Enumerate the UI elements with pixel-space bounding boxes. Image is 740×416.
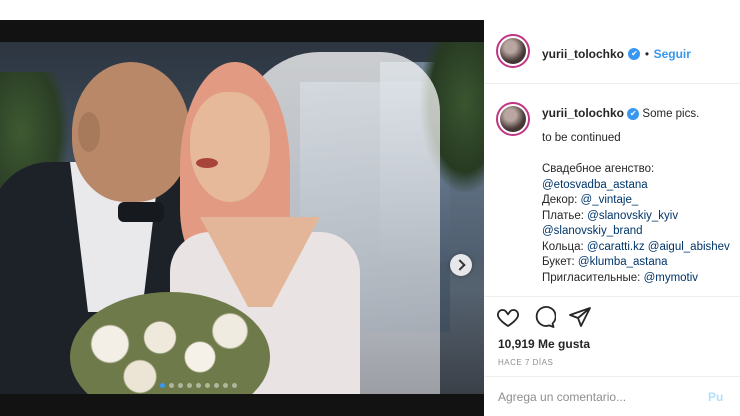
chevron-right-icon[interactable] (450, 254, 472, 276)
carousel-dot (178, 383, 183, 388)
verified-badge-icon: ✔ (627, 107, 640, 120)
carousel-dot (187, 383, 192, 388)
heart-icon[interactable] (496, 305, 520, 329)
carousel-dot (223, 383, 228, 388)
mention-link[interactable]: @slanovskiy_kyiv (587, 210, 678, 222)
carousel-dot (232, 383, 237, 388)
carousel-indicator (160, 383, 237, 388)
caption-line: Декор: @_vintaje_ (542, 193, 740, 209)
mention-link[interactable]: @_vintaje_ (581, 194, 639, 206)
mention-link[interactable]: @klumba_astana (578, 256, 668, 268)
username-link[interactable]: yurii_tolochko (542, 47, 624, 61)
mention-link[interactable]: @mymotiv (644, 272, 698, 284)
caption-line: Букет: @klumba_astana (542, 255, 740, 271)
caption-second-line: to be continued (542, 131, 621, 144)
comment-icon[interactable] (532, 305, 556, 329)
mention-link[interactable]: @slanovskiy_brand (542, 225, 643, 237)
caption-line: Свадебное агенство: (542, 162, 740, 178)
mention-link[interactable]: @etosvadba_astana (542, 179, 648, 191)
caption-label: Свадебное агенство: (542, 163, 655, 175)
caption-label: Кольца: (542, 240, 587, 253)
caption-label: Платье: (542, 209, 588, 222)
share-icon[interactable] (568, 305, 592, 329)
post-header: yurii_tolochko ✔ • Seguir (484, 20, 740, 84)
caption-avatar[interactable] (496, 102, 530, 136)
caption-label: Декор: (542, 194, 581, 206)
post-sidebar: yurii_tolochko ✔ • Seguir yurii_tolochko… (484, 20, 740, 416)
caption-label: Пригласительные: (542, 271, 644, 284)
carousel-dot (160, 383, 165, 388)
caption-line: @slanovskiy_brand (542, 224, 740, 240)
caption-line: Кольца: @caratti.kz @aigul_abishev (542, 240, 740, 256)
post-caption: yurii_tolochko ✔ Some pics. to be contin… (542, 102, 740, 286)
carousel-dot (169, 383, 174, 388)
post-actions: 10,919 Me gusta HACE 7 DÍAS (484, 296, 740, 376)
publish-button[interactable]: Pu (708, 390, 723, 404)
comment-input[interactable] (498, 387, 698, 407)
comment-form: Pu (484, 376, 740, 416)
verified-badge-icon: ✔ (628, 47, 641, 60)
caption-username[interactable]: yurii_tolochko (542, 106, 624, 120)
carousel-dot (205, 383, 210, 388)
post-photo (0, 42, 484, 394)
top-strip (0, 0, 740, 20)
separator: • (644, 47, 650, 61)
mention-link[interactable]: @caratti.kz @aigul_abishev (587, 241, 730, 253)
caption-label: Букет: (542, 256, 578, 268)
likes-count[interactable]: 10,919 Me gusta (498, 337, 590, 351)
avatar[interactable] (496, 34, 530, 68)
carousel-dot (196, 383, 201, 388)
post-media (0, 20, 484, 416)
post-date[interactable]: HACE 7 DÍAS (498, 358, 553, 367)
caption-line: Платье: @slanovskiy_kyiv (542, 209, 740, 225)
caption-line: @etosvadba_astana (542, 178, 740, 194)
follow-button[interactable]: Seguir (654, 47, 691, 61)
caption-line: Пригласительные: @mymotiv (542, 271, 740, 287)
carousel-dot (214, 383, 219, 388)
caption-first-line: Some pics. (642, 108, 700, 120)
